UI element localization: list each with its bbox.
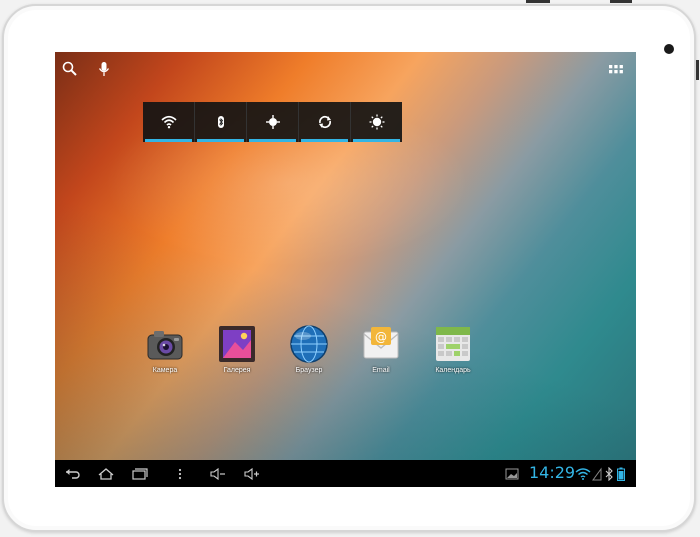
- status-bluetooth-icon: [604, 466, 614, 482]
- wifi-active-indicator: [145, 139, 192, 142]
- signal-icon: [592, 466, 602, 481]
- sync-icon: [318, 115, 331, 129]
- status-wifi-icon: [575, 466, 591, 480]
- search-icon[interactable]: [61, 60, 79, 78]
- sync-active-indicator: [301, 139, 348, 142]
- power-control-widget: [143, 102, 402, 142]
- brightness-active-indicator: [353, 139, 400, 142]
- brightness-toggle[interactable]: [351, 102, 402, 142]
- app-label: Браузер: [295, 367, 323, 374]
- app-calendar[interactable]: Календарь: [423, 324, 483, 374]
- volume-up-icon[interactable]: [243, 466, 261, 481]
- app-shortcuts: Камера Галерея Браузер @ Email Календарь: [135, 324, 495, 384]
- bluetooth-toggle[interactable]: [195, 102, 247, 142]
- sync-toggle[interactable]: [299, 102, 351, 142]
- system-nav-bar: 14:29: [55, 460, 636, 487]
- screenshot-icon: [505, 466, 519, 480]
- front-camera: [664, 44, 674, 54]
- app-browser[interactable]: Браузер: [279, 324, 339, 374]
- app-label: Email: [372, 367, 390, 374]
- back-icon[interactable]: [63, 466, 81, 480]
- wifi-icon: [160, 115, 177, 129]
- volume-button[interactable]: [610, 0, 632, 3]
- brightness-icon: [369, 114, 384, 130]
- microphone-icon[interactable]: [95, 60, 113, 78]
- app-email[interactable]: @ Email: [351, 324, 411, 374]
- svg-text:@: @: [375, 330, 387, 344]
- app-gallery[interactable]: Галерея: [207, 324, 267, 374]
- home-screen: Камера Галерея Браузер @ Email Календарь: [55, 52, 636, 487]
- recent-apps-icon[interactable]: [131, 466, 149, 480]
- volume-down-icon[interactable]: [209, 466, 227, 481]
- bluetooth-icon: [217, 116, 224, 128]
- gps-toggle[interactable]: [247, 102, 299, 142]
- camera-icon: [145, 324, 185, 364]
- all-apps-grid-icon[interactable]: [607, 60, 625, 78]
- gallery-icon: [217, 324, 257, 364]
- menu-icon[interactable]: [171, 466, 189, 480]
- bluetooth-active-indicator: [197, 139, 244, 142]
- power-button[interactable]: [526, 0, 550, 3]
- app-label: Галерея: [223, 367, 251, 374]
- app-camera[interactable]: Камера: [135, 324, 195, 374]
- browser-globe-icon: [289, 324, 329, 364]
- app-label: Календарь: [435, 367, 471, 374]
- email-icon: @: [361, 324, 401, 364]
- status-clock: 14:29: [529, 463, 576, 482]
- gps-active-indicator: [249, 139, 296, 142]
- calendar-icon: [433, 324, 473, 364]
- battery-icon: [616, 466, 626, 481]
- side-port: [696, 60, 699, 80]
- app-label: Камера: [152, 367, 178, 374]
- home-icon[interactable]: [97, 466, 115, 480]
- gps-icon: [265, 115, 280, 129]
- wifi-toggle[interactable]: [143, 102, 195, 142]
